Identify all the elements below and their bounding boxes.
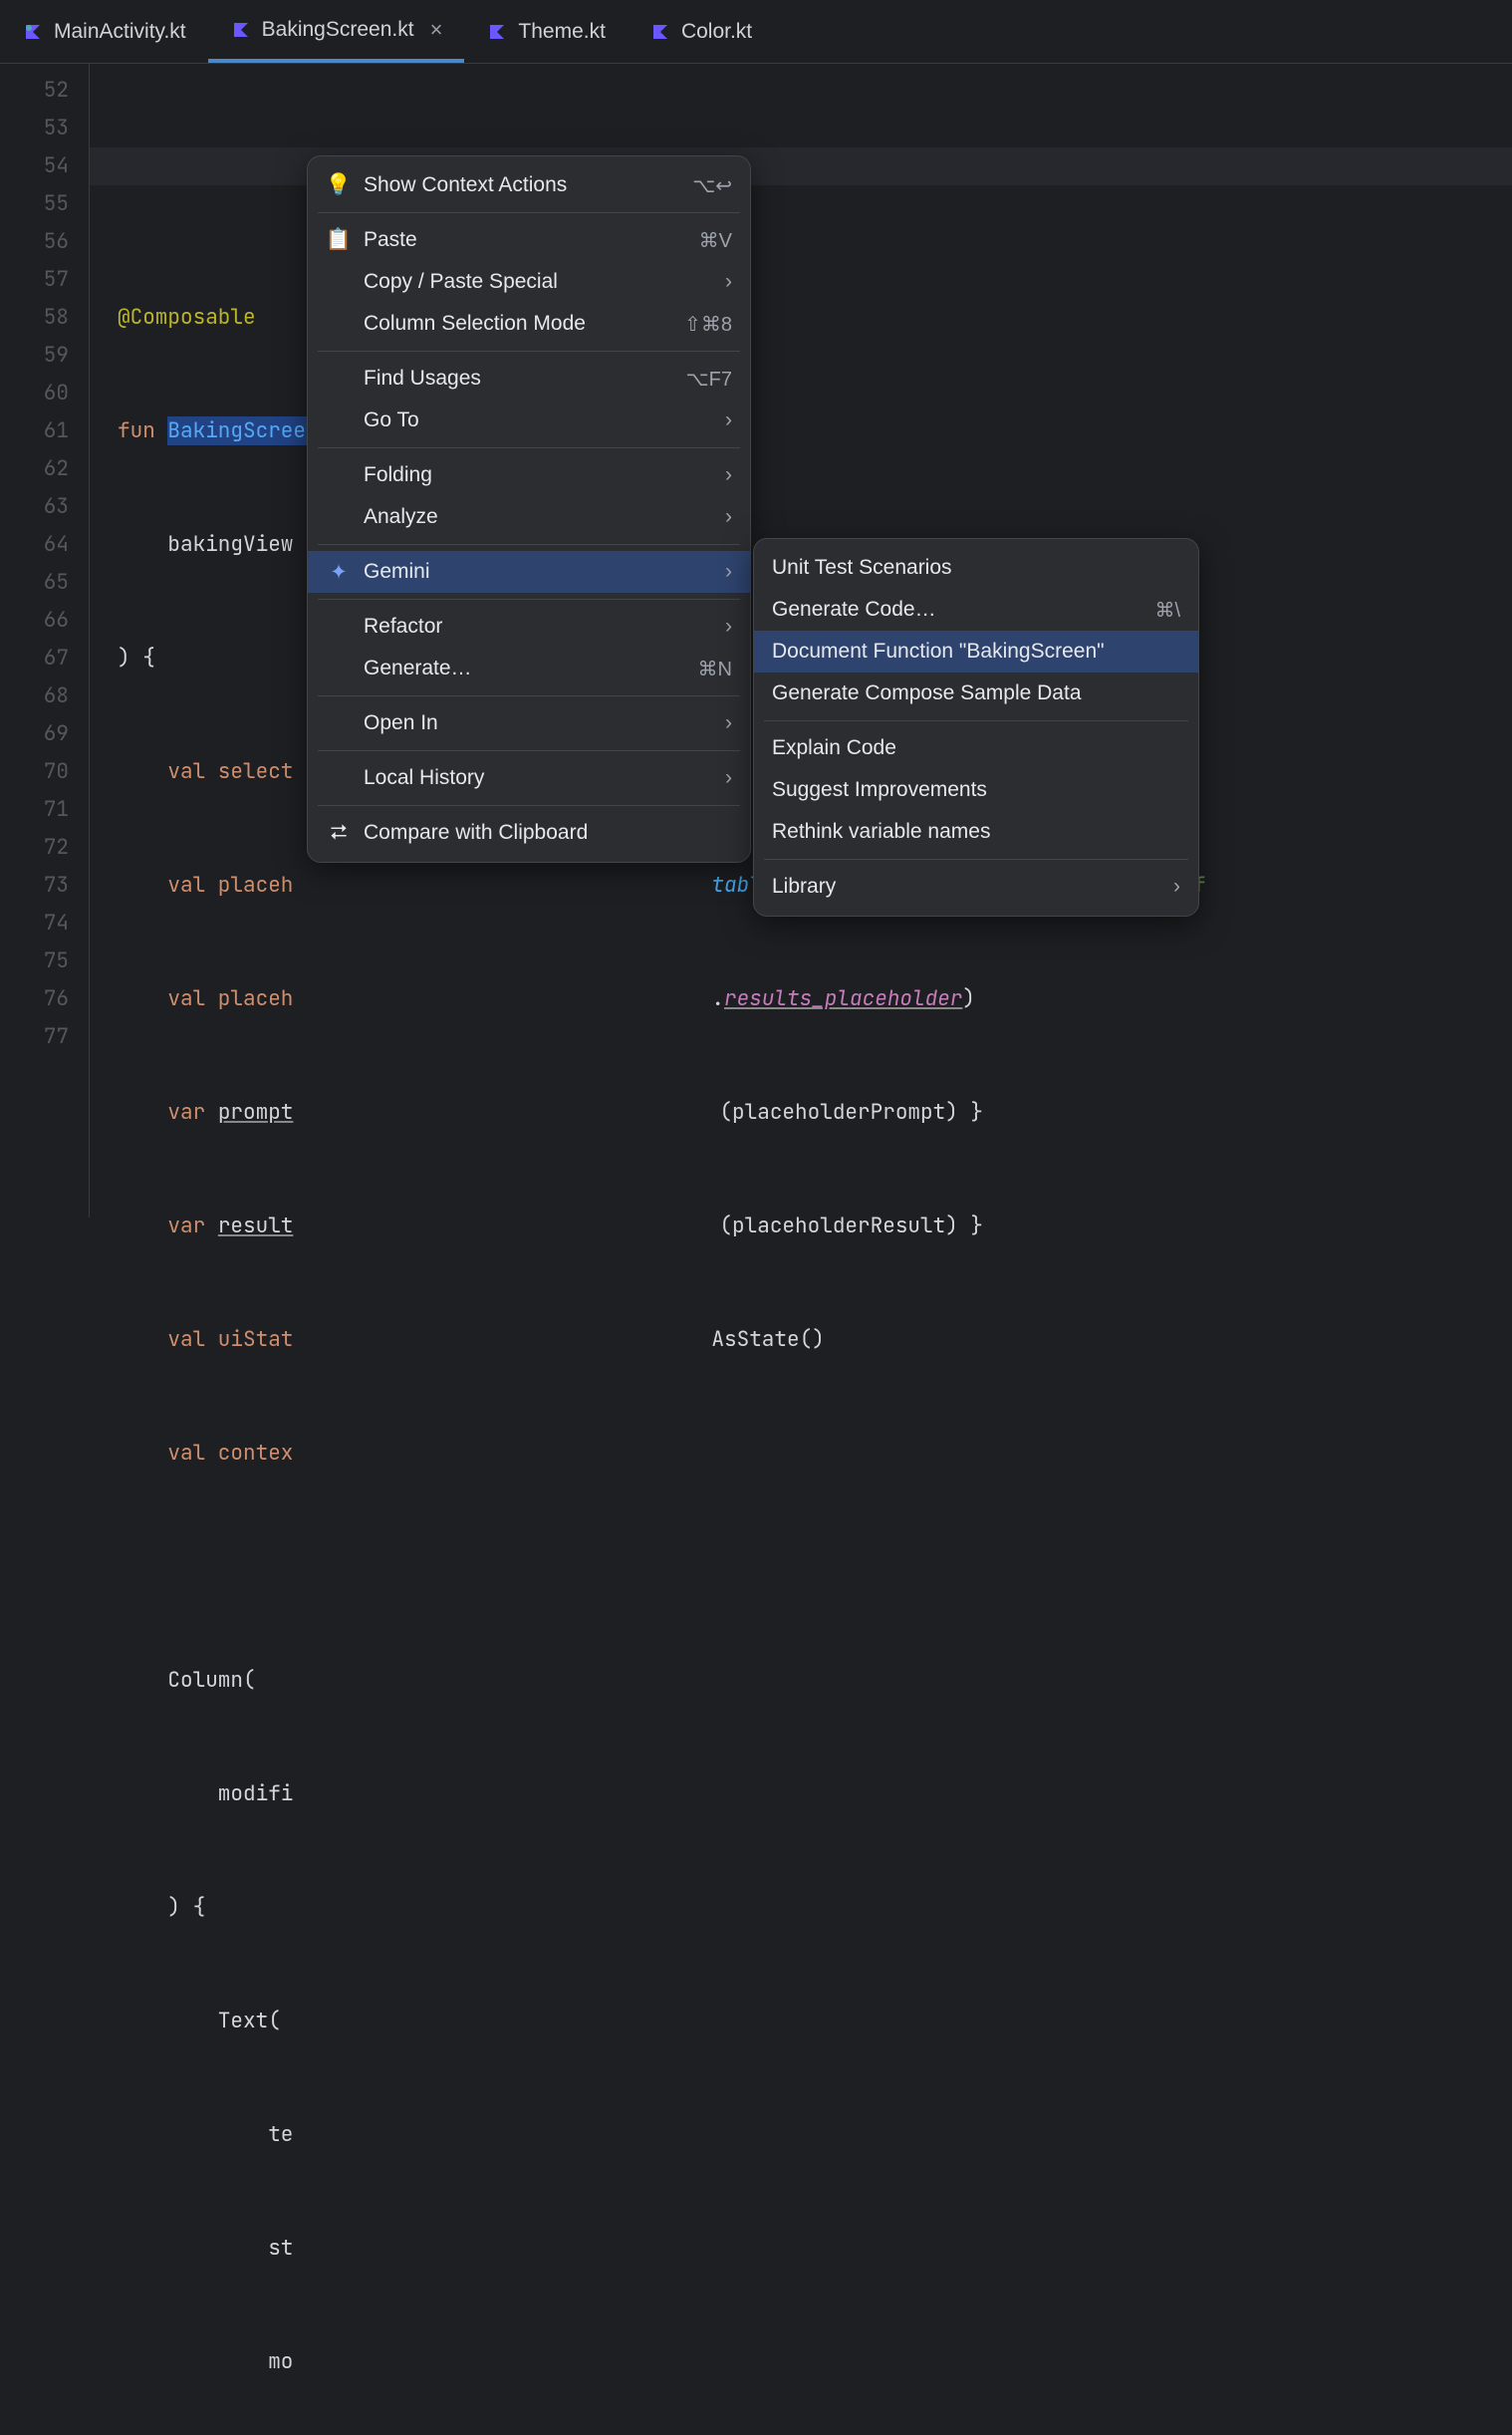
tab-color[interactable]: Color.kt xyxy=(628,0,774,63)
clipboard-icon: 📋 xyxy=(326,228,352,252)
menu-gemini[interactable]: ✦Gemini › xyxy=(308,551,750,593)
menu-separator xyxy=(318,351,740,352)
menu-separator xyxy=(318,805,740,806)
kotlin-file-icon xyxy=(22,21,44,43)
chevron-right-icon: › xyxy=(725,711,732,735)
submenu-unit-test[interactable]: Unit Test Scenarios xyxy=(754,547,1198,589)
menu-analyze[interactable]: Analyze › xyxy=(308,496,750,538)
gemini-sparkle-icon: ✦ xyxy=(326,560,352,585)
chevron-right-icon: › xyxy=(725,560,732,584)
tab-bakingscreen[interactable]: BakingScreen.kt × xyxy=(208,0,465,63)
chevron-right-icon: › xyxy=(725,766,732,790)
menu-folding[interactable]: Folding › xyxy=(308,454,750,496)
menu-find-usages[interactable]: Find Usages ⌥F7 xyxy=(308,358,750,400)
chevron-right-icon: › xyxy=(725,615,732,639)
menu-go-to[interactable]: Go To › xyxy=(308,400,750,441)
kotlin-file-icon xyxy=(230,19,252,41)
close-tab-icon[interactable]: × xyxy=(424,17,443,43)
menu-compare-clipboard[interactable]: ⮂Compare with Clipboard xyxy=(308,812,750,854)
chevron-right-icon: › xyxy=(725,505,732,529)
editor-tab-bar: MainActivity.kt BakingScreen.kt × Theme.… xyxy=(0,0,1512,64)
menu-separator xyxy=(318,544,740,545)
submenu-library[interactable]: Library › xyxy=(754,866,1198,908)
chevron-right-icon: › xyxy=(1173,875,1180,899)
tab-label: Color.kt xyxy=(681,20,752,44)
menu-column-selection[interactable]: Column Selection Mode ⇧⌘8 xyxy=(308,303,750,345)
menu-refactor[interactable]: Refactor › xyxy=(308,606,750,648)
submenu-document-function[interactable]: Document Function "BakingScreen" xyxy=(754,631,1198,673)
submenu-suggest-improvements[interactable]: Suggest Improvements xyxy=(754,769,1198,811)
tab-mainactivity[interactable]: MainActivity.kt xyxy=(0,0,208,63)
menu-separator xyxy=(318,750,740,751)
context-menu: 💡Show Context Actions ⌥↩ 📋Paste ⌘V Copy … xyxy=(307,155,751,863)
menu-separator xyxy=(318,447,740,448)
kotlin-file-icon xyxy=(486,21,508,43)
chevron-right-icon: › xyxy=(725,270,732,294)
menu-local-history[interactable]: Local History › xyxy=(308,757,750,799)
menu-separator xyxy=(318,599,740,600)
menu-separator xyxy=(318,695,740,696)
menu-open-in[interactable]: Open In › xyxy=(308,702,750,744)
gemini-submenu: Unit Test Scenarios Generate Code… ⌘\ Do… xyxy=(753,538,1199,917)
tab-label: MainActivity.kt xyxy=(54,20,186,44)
chevron-right-icon: › xyxy=(725,408,732,432)
submenu-rethink-names[interactable]: Rethink variable names xyxy=(754,811,1198,853)
tab-theme[interactable]: Theme.kt xyxy=(464,0,628,63)
menu-generate[interactable]: Generate… ⌘N xyxy=(308,648,750,689)
menu-paste[interactable]: 📋Paste ⌘V xyxy=(308,219,750,261)
tab-label: BakingScreen.kt xyxy=(262,18,414,42)
line-number-gutter: 525354 555657 585960 616263 646566 67686… xyxy=(0,64,90,1218)
menu-separator xyxy=(764,859,1188,860)
menu-copy-paste-special[interactable]: Copy / Paste Special › xyxy=(308,261,750,303)
diff-icon: ⮂ xyxy=(326,821,352,845)
bulb-icon: 💡 xyxy=(326,173,352,197)
submenu-generate-code[interactable]: Generate Code… ⌘\ xyxy=(754,589,1198,631)
submenu-explain-code[interactable]: Explain Code xyxy=(754,727,1198,769)
menu-separator xyxy=(764,720,1188,721)
menu-separator xyxy=(318,212,740,213)
submenu-generate-sample-data[interactable]: Generate Compose Sample Data xyxy=(754,673,1198,714)
menu-show-context-actions[interactable]: 💡Show Context Actions ⌥↩ xyxy=(308,164,750,206)
kotlin-file-icon xyxy=(649,21,671,43)
tab-label: Theme.kt xyxy=(518,20,606,44)
chevron-right-icon: › xyxy=(725,463,732,487)
